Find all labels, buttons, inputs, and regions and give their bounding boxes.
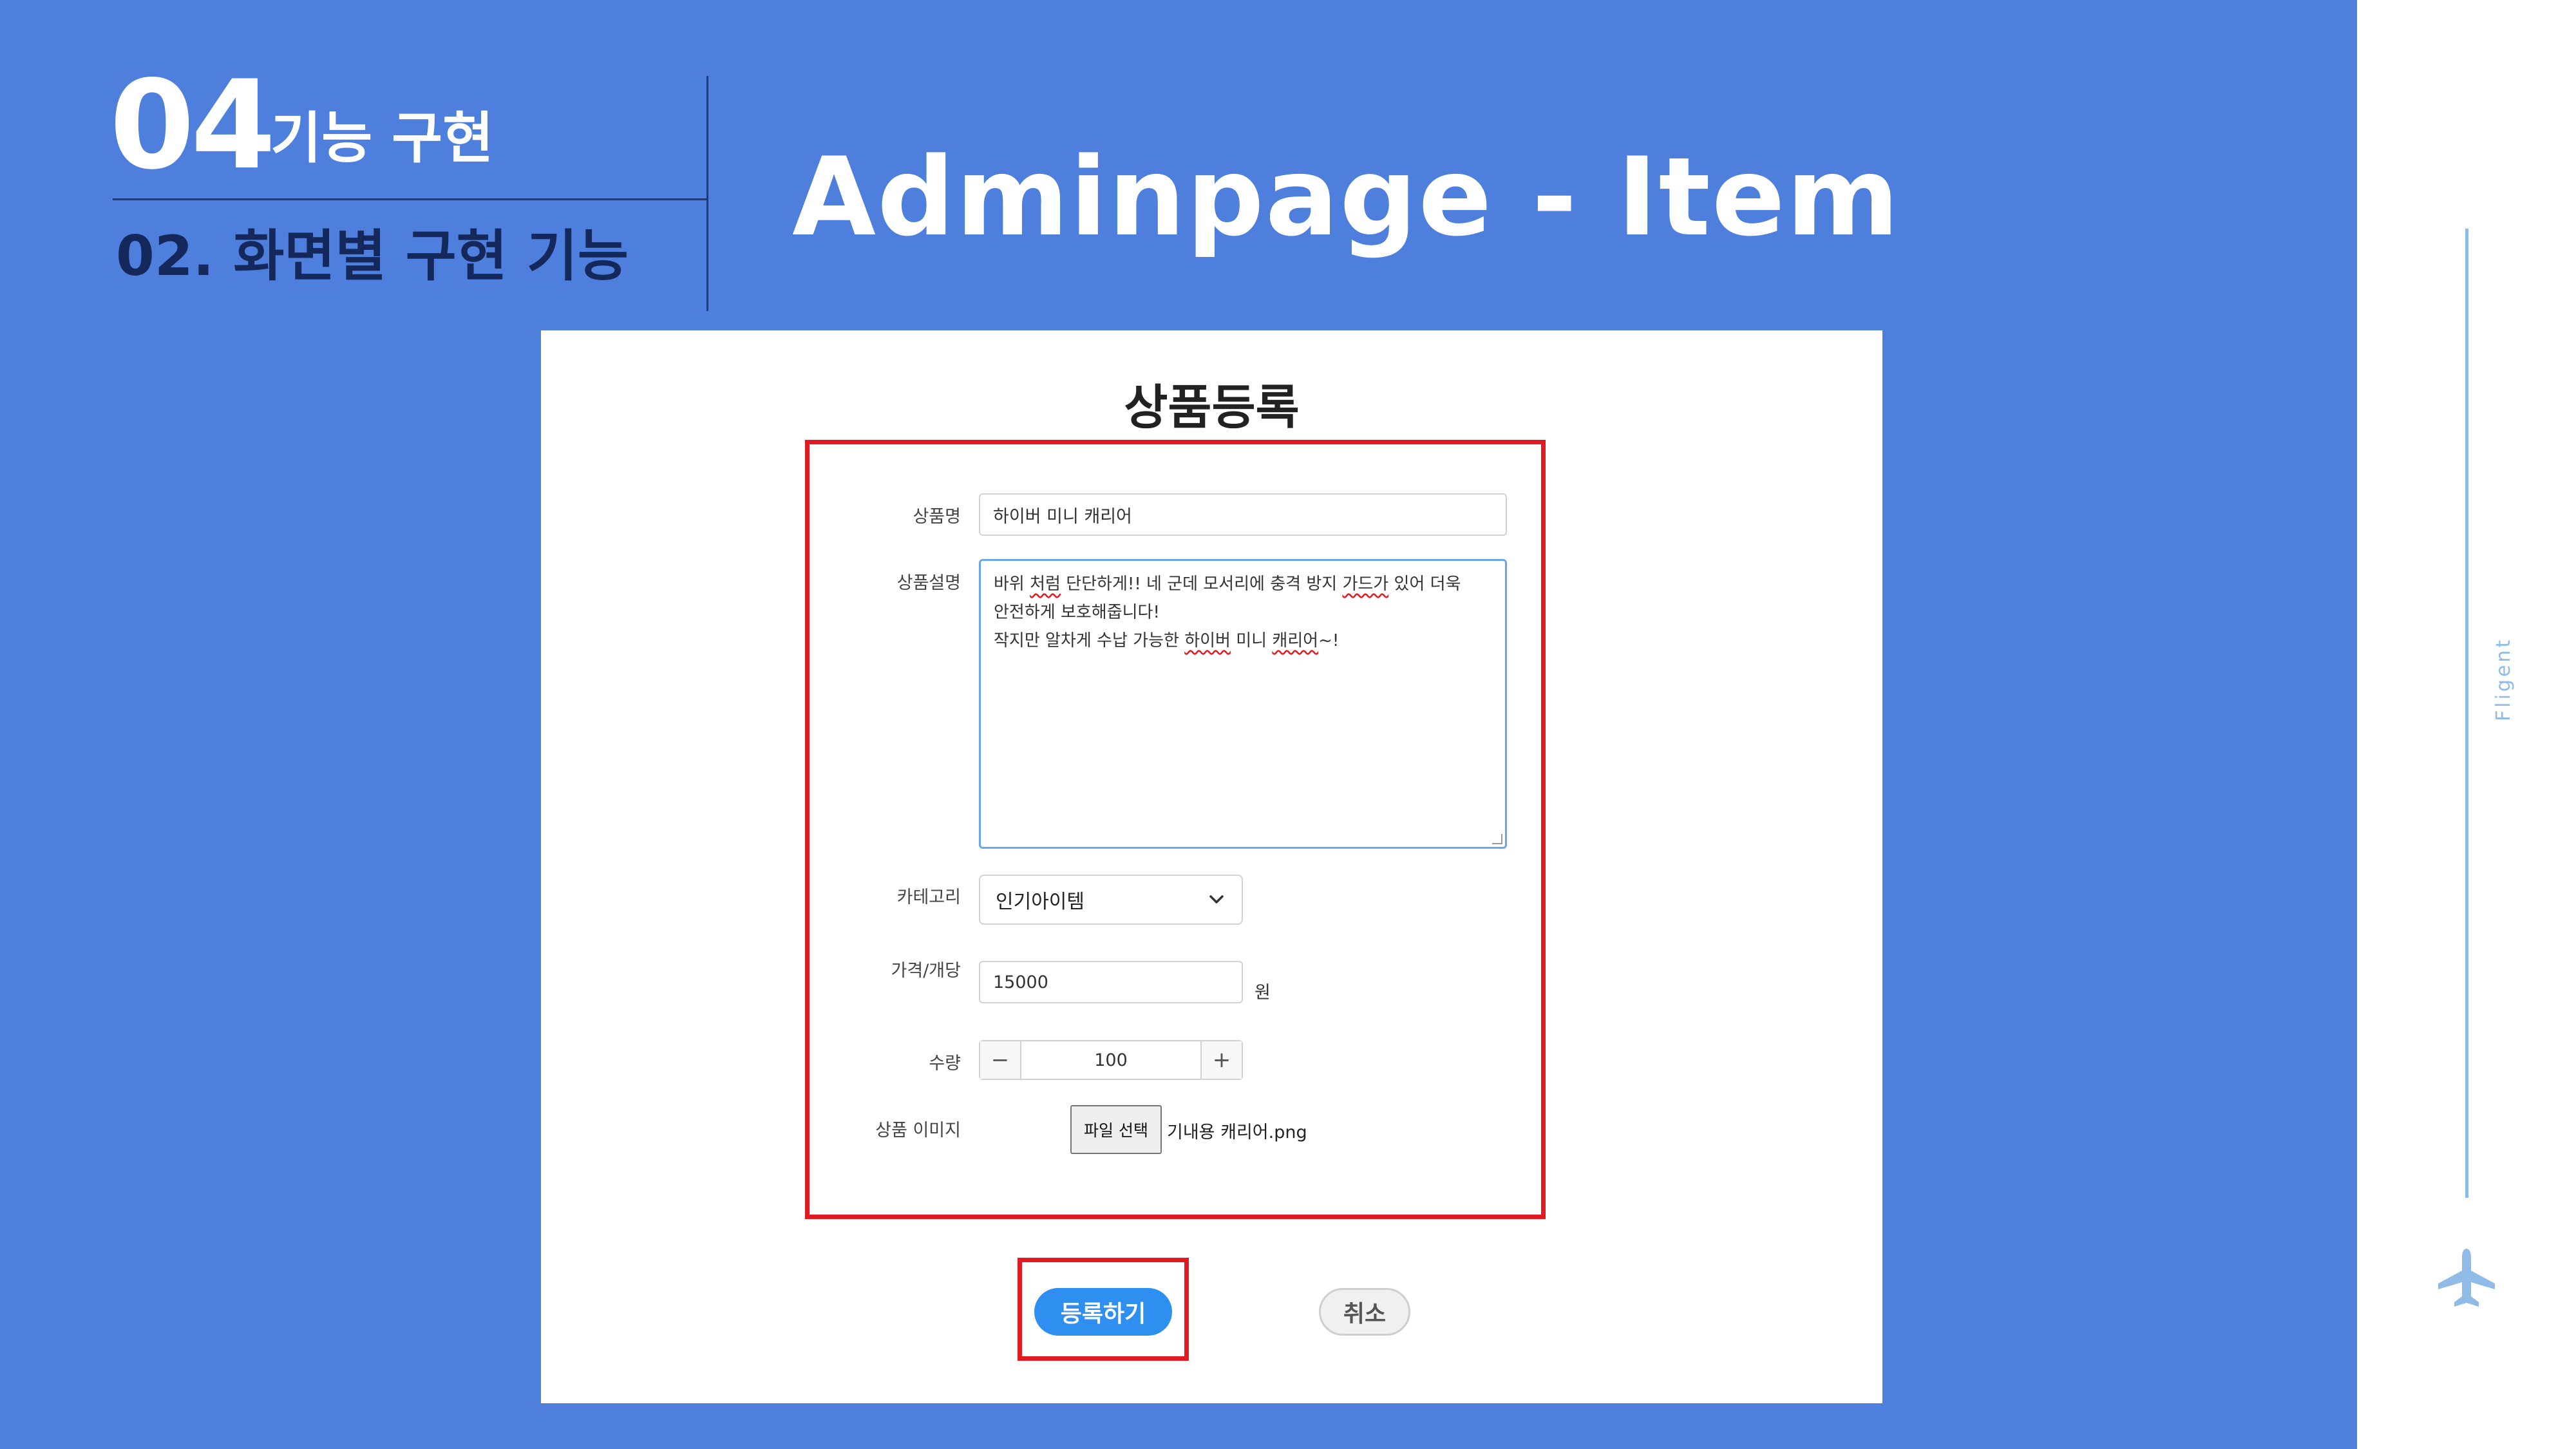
price-label: 가격/개당: [891, 961, 961, 981]
chevron-down-icon: [1207, 889, 1226, 911]
description-line-1: 바위 처럼 단단하게!! 네 군데 모서리에 충격 방지 가드가 있어 더욱: [994, 574, 1461, 594]
product-description-label: 상품설명: [896, 573, 961, 593]
header-divider: [706, 76, 708, 311]
page-heading: Adminpage - Item: [792, 134, 1900, 260]
side-brand: Fligent: [2492, 637, 2515, 721]
spellcheck-word: 처럼: [1030, 574, 1061, 594]
airplane-icon: [2434, 1246, 2499, 1311]
category-selected-value: 인기아이템: [996, 891, 1084, 913]
quantity-decrease-button[interactable]: −: [980, 1041, 1021, 1079]
resize-grip-icon[interactable]: [1492, 834, 1502, 844]
section-title: 기능 구현: [270, 106, 494, 171]
product-name-label: 상품명: [913, 507, 961, 527]
quantity-label: 수량: [929, 1054, 961, 1074]
product-registration-screenshot: 상품등록 상품명 상품설명 바위 처럼 단단하게!! 네 군데 모서리에 충격 …: [541, 330, 1882, 1403]
quantity-increase-button[interactable]: +: [1200, 1041, 1242, 1079]
description-line-2: 안전하게 보호해줍니다!: [994, 603, 1160, 622]
selected-file-name: 기내용 캐리어.png: [1167, 1122, 1307, 1142]
description-line-3: 작지만 알차게 수납 가능한 하이버 미니 캐리어~!: [994, 631, 1340, 650]
category-label: 카테고리: [896, 887, 961, 907]
subsection-title: 02. 화면별 구현 기능: [116, 224, 629, 289]
price-input[interactable]: [979, 961, 1243, 1003]
spellcheck-word: 가드가: [1342, 574, 1389, 594]
file-select-button[interactable]: 파일 선택: [1070, 1105, 1162, 1154]
price-unit: 원: [1255, 983, 1271, 1003]
cancel-button[interactable]: 취소: [1319, 1288, 1410, 1336]
form-title: 상품등록: [1124, 380, 1300, 435]
product-description-textarea[interactable]: 바위 처럼 단단하게!! 네 군데 모서리에 충격 방지 가드가 있어 더욱 안…: [979, 559, 1507, 849]
side-rule: [2465, 229, 2468, 1198]
quantity-stepper: − 100 +: [979, 1040, 1243, 1080]
product-name-input[interactable]: [979, 493, 1507, 536]
category-select[interactable]: 인기아이템: [979, 875, 1243, 925]
register-button[interactable]: 등록하기: [1034, 1288, 1172, 1336]
section-number: 04: [109, 54, 276, 196]
spellcheck-word: 하이버: [1184, 631, 1231, 650]
product-image-label: 상품 이미지: [875, 1121, 961, 1141]
quantity-value[interactable]: 100: [1021, 1041, 1200, 1079]
spellcheck-word: 캐리어: [1272, 631, 1319, 650]
header-underline: [113, 198, 708, 200]
